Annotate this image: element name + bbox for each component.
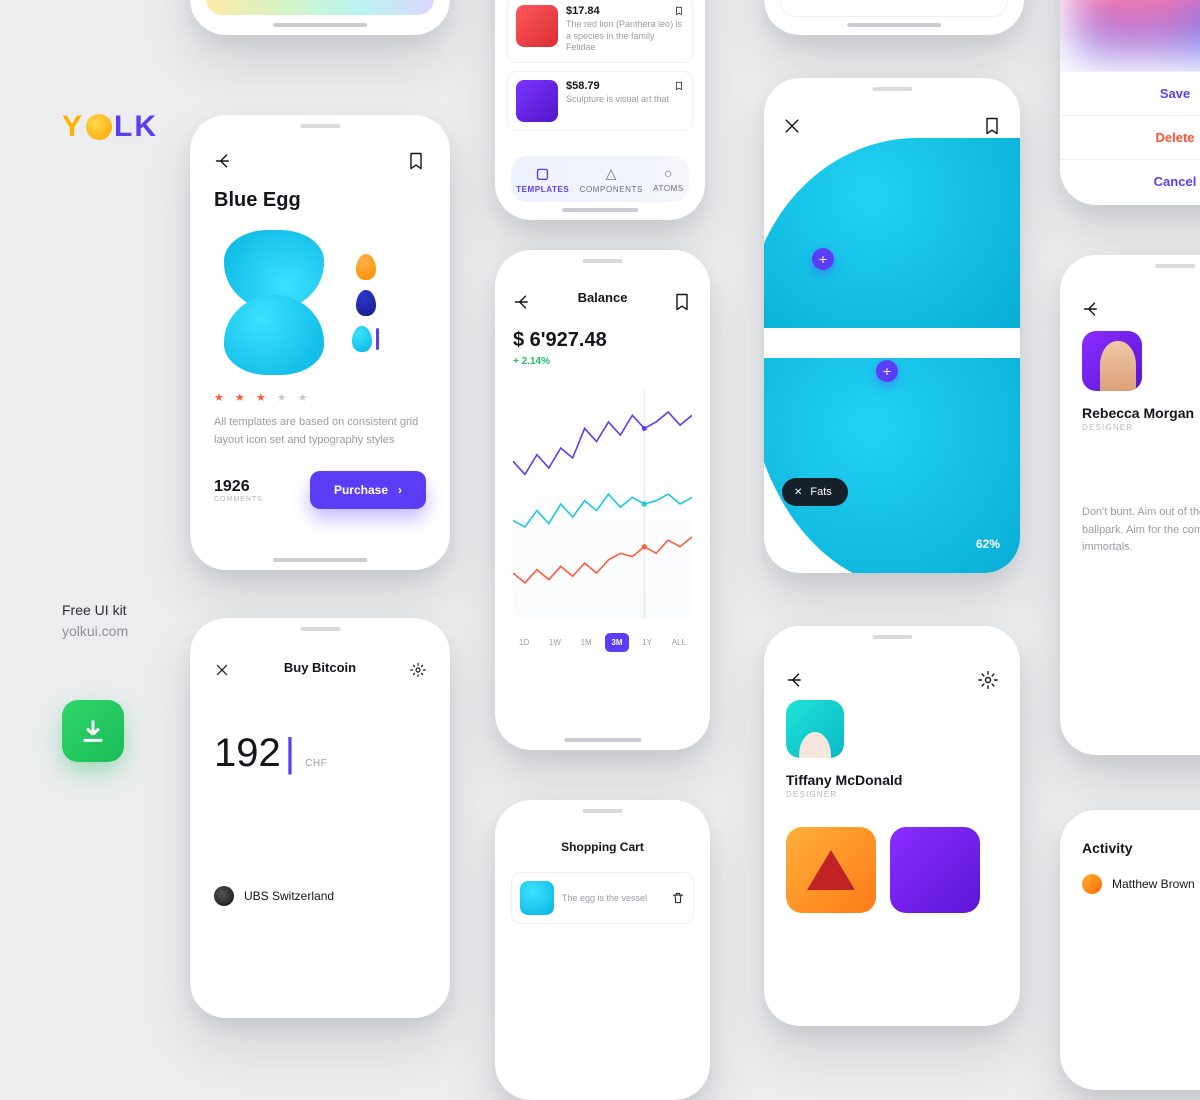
variant-option[interactable] [356, 290, 376, 316]
product-image [214, 230, 334, 375]
tab-components[interactable]: △COMPONENTS [580, 165, 643, 194]
time-range-option[interactable]: 1M [575, 633, 598, 652]
user-name: Tiffany McDonald [786, 772, 998, 788]
trash-icon[interactable] [671, 891, 685, 905]
tab-components[interactable]: △COMPONENTS [874, 0, 937, 2]
screen-balance: Balance $ 6'927.48 + 2.14% 1D 1W 1M 3M 1Y ALL [495, 250, 710, 750]
bookmark-icon[interactable] [406, 151, 426, 171]
rating-stars: ★ ★ ★ ★ ★ [214, 391, 426, 404]
variant-option[interactable] [352, 326, 372, 352]
product-title: Blue Egg [214, 189, 426, 212]
back-icon[interactable] [513, 292, 533, 312]
bank-logo-icon [214, 886, 234, 906]
close-icon[interactable] [782, 116, 802, 136]
screen-product: Blue Egg ★ ★ ★ ★ ★ All templates are bas… [190, 115, 450, 570]
page-title: Shopping Cart [511, 840, 694, 854]
percent-label: 62% [976, 537, 1000, 551]
selected-indicator [376, 328, 379, 350]
tab-atoms[interactable]: ○ATOMS [653, 165, 684, 193]
time-range-option[interactable]: 1D [513, 633, 535, 652]
payment-method[interactable]: UBS Switzerland [214, 886, 426, 906]
download-icon [79, 717, 107, 745]
gear-icon[interactable] [978, 670, 998, 690]
cloud-download-icon[interactable] [784, 535, 800, 551]
thumb-icon [516, 80, 558, 122]
tab-bar: ▢TEMPLATES △COMPONENTS ○ATOMS [780, 0, 1008, 17]
variant-option[interactable] [356, 254, 376, 280]
bookmark-icon[interactable] [674, 80, 684, 92]
balance-value: $ 6'927.48 [513, 329, 692, 352]
tab-bar: ▢TEMPLATES △COMPONENTS ○ATOMS [511, 156, 689, 202]
screen-cart: Shopping Cart The egg is the vessel [495, 800, 710, 1100]
screen-action-sheet: Save Delete Cancel [1060, 0, 1200, 205]
avatar [1082, 331, 1142, 391]
screen-buy-bitcoin: Buy Bitcoin 192|CHF UBS Switzerland [190, 618, 450, 1018]
work-tile[interactable] [786, 827, 876, 913]
tab-atoms[interactable]: ○ATOMS [963, 0, 994, 1]
sheet-save[interactable]: Save [1060, 71, 1200, 115]
amount-input[interactable]: 192|CHF [214, 731, 426, 776]
section-title: Activity [1082, 840, 1200, 856]
bookmark-icon[interactable] [672, 292, 692, 312]
time-range-option[interactable]: 3M [605, 633, 628, 652]
time-range-option[interactable]: 1W [543, 633, 567, 652]
nutrient-chip[interactable]: ✕Fats [782, 478, 848, 506]
balance-chart [513, 389, 692, 619]
screen-profile-small: Gosho ▢TEMPLATES △COMPONENTS ○ATOMS [764, 0, 1024, 35]
cart-item[interactable]: The egg is the vessel [511, 872, 694, 924]
tab-templates[interactable]: ▢TEMPLATES [794, 0, 847, 2]
kit-label: Free UI kit yolkui.com [62, 600, 128, 642]
background-blur [1072, 0, 1200, 55]
balance-delta: + 2.14% [513, 356, 692, 367]
time-range-selector: 1D 1W 1M 3M 1Y ALL [513, 633, 692, 652]
page-title: Buy Bitcoin [214, 660, 426, 675]
bookmark-icon[interactable] [982, 116, 1002, 136]
download-button[interactable] [62, 700, 124, 762]
thumb-icon [516, 5, 558, 47]
screen-activity: Activity Matthew Brown [1060, 810, 1200, 1090]
close-icon[interactable] [214, 662, 230, 678]
list-item[interactable]: $17.84The red lion (Panthera leo) is a s… [507, 0, 693, 63]
tab-templates[interactable]: ▢TEMPLATES [516, 165, 569, 194]
user-role: DESIGNER [786, 790, 998, 799]
hotspot-button[interactable]: + [812, 248, 834, 270]
work-tile[interactable] [890, 827, 980, 913]
product-description: All templates are based on consistent gr… [214, 414, 426, 449]
screen-list: The green heart is a muscular organ in m… [495, 0, 705, 220]
user-name: Rebecca Morgan [1082, 405, 1200, 421]
gear-icon[interactable] [410, 662, 426, 678]
screen-profile-tiffany: Tiffany McDonald DESIGNER [764, 626, 1020, 1026]
back-icon[interactable] [1082, 299, 1102, 319]
purchase-button[interactable]: Purchase› [310, 471, 426, 509]
avatar-icon [1082, 874, 1102, 894]
screen-tabs: ▢TEMPLATES △COMPONENTS ○ATOMS [190, 0, 450, 35]
screen-profile-rebecca: Rebecca Morgan DESIGNER Don't bunt. Aim … [1060, 255, 1200, 755]
sheet-cancel[interactable]: Cancel [1060, 159, 1200, 203]
chevron-right-icon: › [398, 483, 402, 497]
list-item[interactable]: $58.79Sculpture is visual art that [507, 71, 693, 131]
variant-picker [352, 254, 379, 352]
back-icon[interactable] [786, 670, 806, 690]
close-icon[interactable]: ✕ [794, 487, 802, 498]
comment-count: 1926COMMENTS [214, 478, 263, 503]
bookmark-icon[interactable] [674, 5, 684, 17]
activity-item[interactable]: Matthew Brown [1082, 874, 1200, 894]
sheet-delete[interactable]: Delete [1060, 115, 1200, 159]
user-role: DESIGNER [1082, 423, 1200, 432]
profile-quote: Don't bunt. Aim out of the ballpark. Aim… [1082, 504, 1200, 557]
avatar [786, 700, 844, 758]
back-icon[interactable] [214, 151, 234, 171]
brand-logo: YLK [62, 110, 158, 144]
page-title: Balance [513, 290, 692, 305]
thumb-icon [520, 881, 554, 915]
time-range-option[interactable]: ALL [666, 633, 692, 652]
hotspot-button[interactable]: + [876, 360, 898, 382]
time-range-option[interactable]: 1Y [636, 633, 658, 652]
screen-nutrition: + + ✕Fats 62% [764, 78, 1020, 573]
tab-bar: ▢TEMPLATES △COMPONENTS ○ATOMS [206, 0, 434, 15]
egg-yolk-icon [86, 114, 112, 140]
